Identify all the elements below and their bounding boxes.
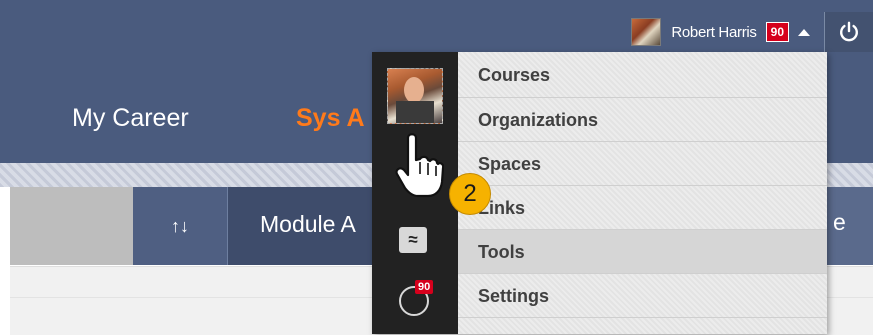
sort-icon: ↑↓ [171,215,189,236]
sort-button[interactable]: ↑↓ [133,187,228,265]
profile-avatar[interactable] [387,68,443,124]
menu-item-links[interactable]: Links [458,186,827,230]
user-menu[interactable]: Robert Harris 90 [631,18,810,46]
power-icon [840,21,858,42]
menu-item-spaces[interactable]: Spaces [458,142,827,186]
user-name: Robert Harris [671,23,757,41]
wave-icon[interactable]: ≈ [399,227,427,253]
toolbar-right-text: e [833,209,846,235]
toolbar-blank-cell [10,187,133,265]
caret-up-icon [798,28,810,36]
power-button[interactable] [825,12,873,52]
menu-item-settings[interactable]: Settings [458,274,827,318]
toolbar-right-cell[interactable]: e [825,187,873,265]
nav-sys-admin[interactable]: Sys A [296,104,365,133]
step-number-badge: 2 [449,173,491,215]
menu-item-courses[interactable]: Courses [458,52,827,98]
clock-badge: 90 [415,280,434,294]
dropdown-items: Courses Organizations Spaces Links Tools… [458,52,827,334]
top-right-controls: Robert Harris 90 [631,12,873,52]
user-avatar [631,18,662,46]
notification-badge: 90 [765,22,789,42]
menu-item-tools[interactable]: Tools [458,230,827,274]
nav-my-career[interactable]: My Career [72,104,189,133]
menu-item-organizations[interactable]: Organizations [458,98,827,142]
module-title[interactable]: Module A [260,211,356,238]
hand-cursor-icon [395,133,444,198]
